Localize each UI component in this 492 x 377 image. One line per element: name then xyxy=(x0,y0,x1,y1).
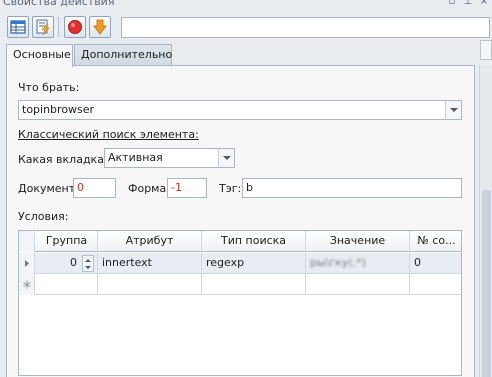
new-search-type-cell[interactable] xyxy=(202,274,306,295)
value-text: ры\гку(.*) xyxy=(310,256,366,269)
form-label: Форма: xyxy=(128,182,170,195)
which-tab-combo[interactable]: Активная xyxy=(104,148,235,168)
grid-view-button[interactable] xyxy=(7,16,29,38)
conditions-label: Условия: xyxy=(18,210,69,223)
toolbar-separator xyxy=(58,17,59,37)
close-icon[interactable]: × xyxy=(479,0,489,7)
classic-search-label: Классический поиск элемента: xyxy=(18,128,199,141)
tag-value: b xyxy=(246,181,253,194)
tab-basic[interactable]: Основные xyxy=(6,44,73,67)
value-cell[interactable]: ры\гку(.*) xyxy=(306,253,410,274)
asterisk-icon xyxy=(23,280,31,289)
row-selector[interactable] xyxy=(19,253,35,274)
edit-script-button[interactable] xyxy=(32,16,54,38)
scrollbar-thumb[interactable] xyxy=(482,190,491,377)
new-value-cell[interactable] xyxy=(306,274,410,295)
attribute-cell[interactable]: innertext xyxy=(98,253,202,274)
conditions-grid[interactable]: Группа Атрибут Тип поиска Значение № со.… xyxy=(18,230,462,376)
which-tab-label: Какая вкладка: xyxy=(18,153,108,166)
side-panel-handle[interactable] xyxy=(480,40,492,60)
grid-header-row: Группа Атрибут Тип поиска Значение № со.… xyxy=(19,231,461,252)
stop-button[interactable] xyxy=(64,16,86,38)
group-spinner[interactable] xyxy=(82,255,94,272)
column-header-number[interactable]: № со... xyxy=(410,231,461,252)
vertical-scrollbar[interactable] xyxy=(479,65,492,377)
what-to-take-value: topinbrowser xyxy=(22,103,95,116)
script-lightning-icon xyxy=(36,19,50,35)
number-cell[interactable]: 0 xyxy=(410,253,461,274)
form-field[interactable]: -1 xyxy=(167,178,207,198)
float-icon[interactable]: ▫ xyxy=(447,0,457,7)
form-value: -1 xyxy=(171,181,182,194)
table-row[interactable]: 0 innertext regexp ры\гку(.*) 0 xyxy=(19,253,461,274)
stop-icon xyxy=(68,20,82,34)
column-header-value[interactable]: Значение xyxy=(306,231,410,252)
arrow-down-icon xyxy=(93,19,107,35)
toolbar xyxy=(0,12,492,42)
window-titlebar: Свойства действия ▫ ⊥ × xyxy=(0,0,492,10)
spin-down-icon[interactable] xyxy=(85,266,91,269)
column-header-group[interactable]: Группа xyxy=(36,231,98,252)
row-selector-new[interactable] xyxy=(19,274,35,295)
new-attribute-cell[interactable] xyxy=(98,274,202,295)
pin-icon[interactable]: ⊥ xyxy=(463,0,473,7)
column-header-attribute[interactable]: Атрибут xyxy=(98,231,202,252)
table-icon xyxy=(10,20,26,34)
new-group-cell[interactable] xyxy=(36,274,98,295)
toolbar-input[interactable] xyxy=(121,17,490,38)
row-selector-header xyxy=(19,231,35,252)
chevron-down-icon[interactable] xyxy=(445,101,461,119)
spin-up-icon[interactable] xyxy=(85,259,91,262)
new-row[interactable] xyxy=(19,274,461,295)
document-field[interactable]: 0 xyxy=(73,178,116,198)
what-to-take-combo[interactable]: topinbrowser xyxy=(18,100,462,120)
what-to-take-label: Что брать: xyxy=(18,81,80,94)
chevron-down-icon[interactable] xyxy=(218,149,234,167)
window-title: Свойства действия xyxy=(3,0,115,8)
new-number-cell[interactable] xyxy=(410,274,461,295)
tab-advanced[interactable]: Дополнительно xyxy=(74,44,172,66)
tag-label: Тэг: xyxy=(219,182,242,195)
search-type-cell[interactable]: regexp xyxy=(202,253,306,274)
document-value: 0 xyxy=(77,181,84,194)
current-row-arrow-icon xyxy=(25,260,29,267)
which-tab-value: Активная xyxy=(108,151,163,164)
column-header-search-type[interactable]: Тип поиска xyxy=(202,231,306,252)
document-label: Документ: xyxy=(18,182,79,195)
group-cell[interactable]: 0 xyxy=(36,253,98,274)
tag-field[interactable]: b xyxy=(242,178,462,198)
download-button[interactable] xyxy=(89,16,111,38)
group-value: 0 xyxy=(70,256,77,269)
